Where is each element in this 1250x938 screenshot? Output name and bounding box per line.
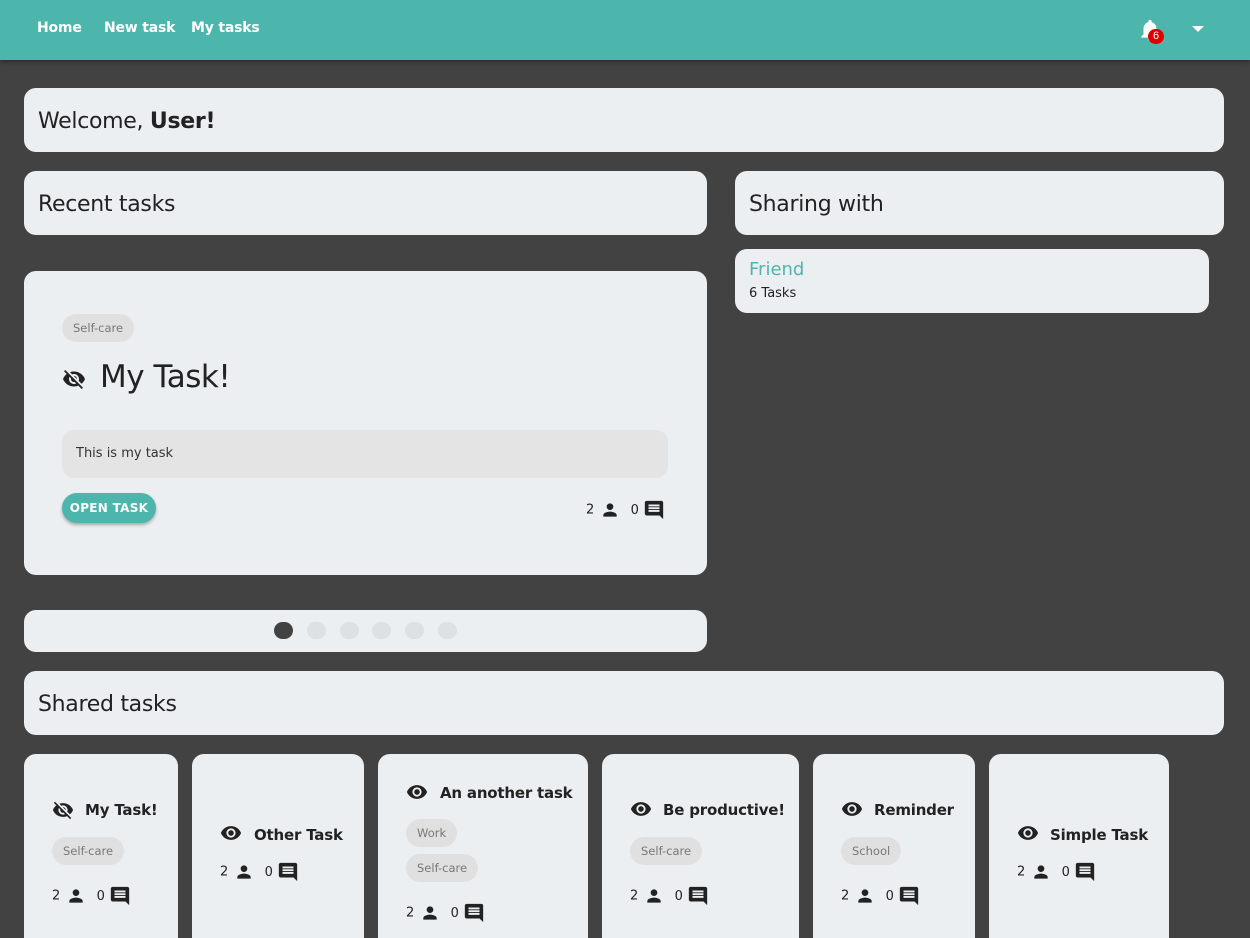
- task-stats: 2 0: [1017, 861, 1096, 883]
- nav-home-link[interactable]: Home: [37, 20, 82, 36]
- shared-task-title: My Task!: [85, 801, 158, 819]
- task-tag-chip: School: [841, 837, 902, 865]
- shared-task-title: Be productive!: [663, 801, 785, 819]
- task-stats: 2 0: [586, 499, 665, 521]
- task-description: This is my task: [76, 446, 174, 461]
- welcome-username: User!: [149, 109, 216, 134]
- task-tag-chip: Self-care: [62, 314, 135, 342]
- open-task-button[interactable]: OPEN TASK: [62, 493, 156, 523]
- comment-icon: [899, 886, 919, 906]
- comment-icon: [644, 500, 664, 520]
- task-stats: 2 0: [841, 885, 920, 907]
- comment-count: 0: [630, 502, 639, 518]
- task-stats: 2 0: [406, 902, 485, 924]
- carousel-dot-5[interactable]: [405, 622, 424, 639]
- recent-tasks-title: Recent tasks: [38, 192, 176, 217]
- people-count: 2: [1017, 864, 1026, 880]
- eye-off-icon: [63, 370, 85, 389]
- friend-name[interactable]: Friend: [749, 259, 804, 280]
- comment-icon: [1075, 862, 1095, 882]
- comment-icon: [688, 886, 708, 906]
- shared-tasks-header: Shared tasks: [24, 671, 1224, 735]
- featured-task-card: Self-care My Task! This is my task OPEN …: [24, 271, 707, 575]
- carousel-dot-1[interactable]: [274, 622, 293, 639]
- shared-task-card[interactable]: My Task! Self-care 2 0: [24, 754, 178, 938]
- shared-task-card[interactable]: Other Task 2 0: [192, 754, 364, 938]
- task-tag-chip: Work: [406, 819, 458, 847]
- task-description-box: This is my task: [62, 430, 668, 478]
- people-count: 2: [586, 502, 595, 518]
- shared-task-title: Simple Task: [1050, 826, 1148, 844]
- person-icon: [647, 889, 662, 903]
- friend-task-count: 6 Tasks: [749, 286, 797, 301]
- person-icon: [1034, 865, 1049, 879]
- top-navbar: Home New task My tasks 6: [0, 0, 1250, 60]
- shared-task-card[interactable]: Reminder School 2 0: [813, 754, 975, 938]
- eye-icon: [406, 785, 428, 799]
- notification-badge: 6: [1148, 29, 1164, 44]
- task-tag-chip: Self-care: [406, 854, 479, 882]
- carousel-dot-4[interactable]: [372, 622, 391, 639]
- eye-off-icon: [52, 801, 74, 820]
- comment-count: 0: [674, 888, 683, 904]
- comment-icon: [464, 903, 484, 923]
- person-icon: [423, 906, 438, 920]
- welcome-heading: Welcome, User!: [38, 109, 215, 134]
- task-tag-chip: Self-care: [52, 837, 125, 865]
- comment-count: 0: [885, 888, 894, 904]
- person-icon: [69, 889, 84, 903]
- people-count: 2: [841, 888, 850, 904]
- comment-count: 0: [264, 864, 273, 880]
- shared-task-title: An another task: [440, 784, 573, 802]
- shared-task-card[interactable]: Simple Task 2 0: [989, 754, 1169, 938]
- people-count: 2: [630, 888, 639, 904]
- carousel-dot-2[interactable]: [307, 622, 326, 639]
- person-icon: [858, 889, 873, 903]
- featured-task-title: My Task!: [100, 359, 231, 395]
- people-count: 2: [406, 905, 415, 921]
- eye-icon: [1017, 826, 1039, 840]
- people-count: 2: [220, 864, 229, 880]
- nav-new-task-link[interactable]: New task: [104, 20, 175, 36]
- comment-icon: [110, 886, 130, 906]
- person-icon: [237, 865, 252, 879]
- eye-icon: [220, 826, 242, 840]
- recent-tasks-header: Recent tasks: [24, 171, 707, 235]
- comment-count: 0: [96, 888, 105, 904]
- task-stats: 2 0: [630, 885, 709, 907]
- task-tag-chip: Self-care: [630, 837, 703, 865]
- carousel-dot-6[interactable]: [438, 622, 457, 639]
- comment-count: 0: [1061, 864, 1070, 880]
- shared-task-card[interactable]: An another task Work Self-care 2 0: [378, 754, 588, 938]
- friend-card[interactable]: Friend 6 Tasks: [735, 249, 1209, 313]
- eye-icon: [841, 802, 863, 816]
- people-count: 2: [52, 888, 61, 904]
- person-icon: [603, 503, 618, 517]
- shared-task-title: Reminder: [874, 801, 954, 819]
- welcome-panel: Welcome, User!: [24, 88, 1224, 152]
- shared-tasks-title: Shared tasks: [38, 692, 177, 717]
- task-stats: 2 0: [52, 885, 131, 907]
- task-stats: 2 0: [220, 861, 299, 883]
- comment-icon: [278, 862, 298, 882]
- chevron-down-icon[interactable]: [1192, 26, 1204, 34]
- shared-task-card[interactable]: Be productive! Self-care 2 0: [602, 754, 799, 938]
- nav-my-tasks-link[interactable]: My tasks: [191, 20, 260, 36]
- comment-count: 0: [450, 905, 459, 921]
- carousel-pagination: [24, 610, 707, 652]
- carousel-dot-3[interactable]: [340, 622, 359, 639]
- sharing-with-title: Sharing with: [749, 192, 884, 217]
- eye-icon: [630, 802, 652, 816]
- welcome-prefix: Welcome,: [38, 109, 150, 134]
- shared-task-title: Other Task: [254, 826, 343, 844]
- sharing-with-header: Sharing with: [735, 171, 1224, 235]
